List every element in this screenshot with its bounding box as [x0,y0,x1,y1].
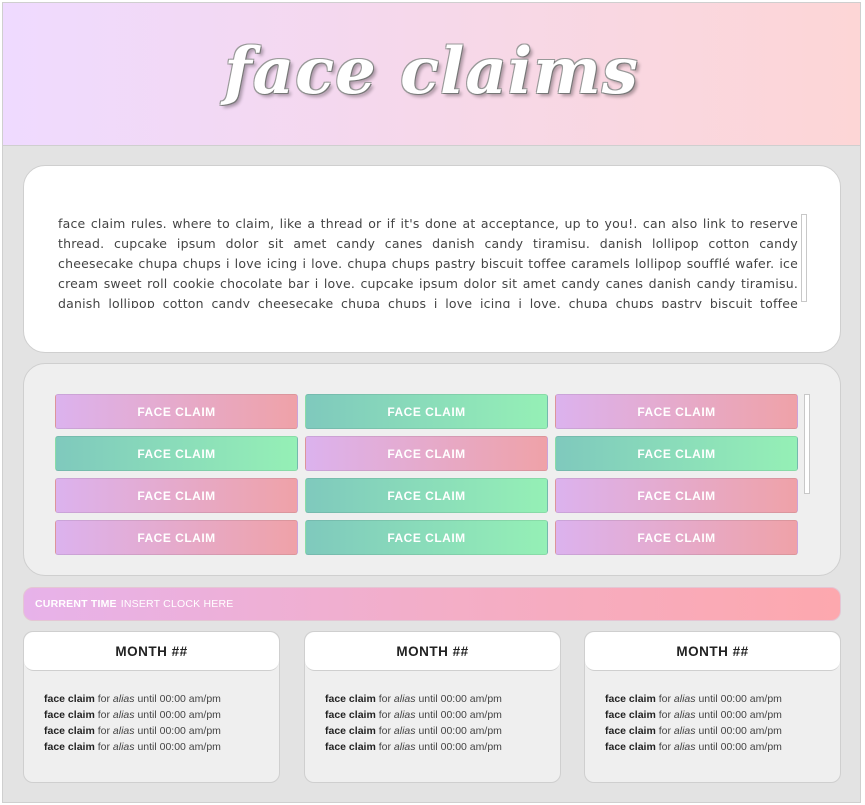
rules-scrollbar[interactable] [801,214,807,302]
page-frame: face claims face claim rules. where to c… [2,2,861,803]
list-item: face claim for alias until 00:00 am/pm [44,691,279,707]
month-entry-list: face claim for alias until 00:00 am/pm f… [305,671,560,755]
entry-until: until 00:00 am/pm [418,709,502,721]
rules-panel: face claim rules. where to claim, like a… [23,165,841,353]
month-title: MONTH ## [305,632,560,671]
face-claim-button[interactable]: FACE CLAIM [55,394,298,429]
face-claim-button[interactable]: FACE CLAIM [555,394,798,429]
entry-alias: alias [112,725,135,737]
entry-until: until 00:00 am/pm [698,741,782,753]
entry-face-claim: face claim [605,741,656,753]
list-item: face claim for alias until 00:00 am/pm [325,691,560,707]
face-claim-button[interactable]: FACE CLAIM [555,436,798,471]
entry-until: until 00:00 am/pm [698,693,782,705]
entry-alias: alias [393,741,416,753]
entry-for: for [378,741,391,753]
list-item: face claim for alias until 00:00 am/pm [325,723,560,739]
face-claim-scrollbar[interactable] [804,394,810,494]
entry-for: for [378,693,391,705]
face-claim-panel: FACE CLAIM FACE CLAIM FACE CLAIM FACE CL… [23,363,841,576]
entry-face-claim: face claim [605,709,656,721]
entry-alias: alias [112,709,135,721]
face-claim-button[interactable]: FACE CLAIM [55,478,298,513]
face-claim-button[interactable]: FACE CLAIM [555,478,798,513]
list-item: face claim for alias until 00:00 am/pm [605,707,840,723]
page-title: face claims [224,33,639,109]
entry-for: for [97,693,110,705]
entry-face-claim: face claim [44,741,95,753]
entry-until: until 00:00 am/pm [418,693,502,705]
entry-for: for [97,709,110,721]
entry-until: until 00:00 am/pm [698,709,782,721]
face-claim-button[interactable]: FACE CLAIM [305,478,548,513]
entry-alias: alias [393,709,416,721]
entry-until: until 00:00 am/pm [137,725,221,737]
entry-face-claim: face claim [605,725,656,737]
entry-alias: alias [393,725,416,737]
face-claim-button[interactable]: FACE CLAIM [305,520,548,555]
month-panel: MONTH ## face claim for alias until 00:0… [304,631,561,783]
face-claim-button[interactable]: FACE CLAIM [55,520,298,555]
clock-bar: CURRENT TIME INSERT CLOCK HERE [23,587,841,621]
entry-for: for [658,709,671,721]
month-title: MONTH ## [585,632,840,671]
month-entry-list: face claim for alias until 00:00 am/pm f… [24,671,279,755]
month-entry-list: face claim for alias until 00:00 am/pm f… [585,671,840,755]
month-panel: MONTH ## face claim for alias until 00:0… [23,631,280,783]
entry-for: for [97,741,110,753]
list-item: face claim for alias until 00:00 am/pm [325,707,560,723]
header-banner: face claims [3,3,860,146]
entry-face-claim: face claim [44,693,95,705]
month-title: MONTH ## [24,632,279,671]
entry-face-claim: face claim [605,693,656,705]
month-panel: MONTH ## face claim for alias until 00:0… [584,631,841,783]
entry-alias: alias [112,693,135,705]
list-item: face claim for alias until 00:00 am/pm [605,723,840,739]
rules-text: face claim rules. where to claim, like a… [58,216,798,308]
entry-until: until 00:00 am/pm [137,693,221,705]
entry-alias: alias [673,741,696,753]
entry-for: for [378,725,391,737]
list-item: face claim for alias until 00:00 am/pm [605,691,840,707]
list-item: face claim for alias until 00:00 am/pm [605,739,840,755]
clock-label: CURRENT TIME [35,598,117,610]
entry-face-claim: face claim [325,709,376,721]
face-claim-button[interactable]: FACE CLAIM [555,520,798,555]
entry-for: for [97,725,110,737]
entry-face-claim: face claim [44,709,95,721]
entry-face-claim: face claim [325,741,376,753]
list-item: face claim for alias until 00:00 am/pm [325,739,560,755]
entry-alias: alias [673,693,696,705]
entry-until: until 00:00 am/pm [418,741,502,753]
face-claim-grid: FACE CLAIM FACE CLAIM FACE CLAIM FACE CL… [55,394,798,555]
entry-until: until 00:00 am/pm [418,725,502,737]
entry-for: for [658,693,671,705]
list-item: face claim for alias until 00:00 am/pm [44,723,279,739]
entry-until: until 00:00 am/pm [698,725,782,737]
face-claim-button[interactable]: FACE CLAIM [55,436,298,471]
clock-value: INSERT CLOCK HERE [120,598,234,610]
entry-for: for [658,741,671,753]
entry-until: until 00:00 am/pm [137,709,221,721]
entry-alias: alias [393,693,416,705]
face-claim-button[interactable]: FACE CLAIM [305,394,548,429]
list-item: face claim for alias until 00:00 am/pm [44,707,279,723]
entry-alias: alias [673,725,696,737]
list-item: face claim for alias until 00:00 am/pm [44,739,279,755]
entry-for: for [658,725,671,737]
entry-face-claim: face claim [44,725,95,737]
face-claim-button[interactable]: FACE CLAIM [305,436,548,471]
entry-alias: alias [673,709,696,721]
entry-face-claim: face claim [325,725,376,737]
entry-until: until 00:00 am/pm [137,741,221,753]
entry-alias: alias [112,741,135,753]
entry-face-claim: face claim [325,693,376,705]
entry-for: for [378,709,391,721]
